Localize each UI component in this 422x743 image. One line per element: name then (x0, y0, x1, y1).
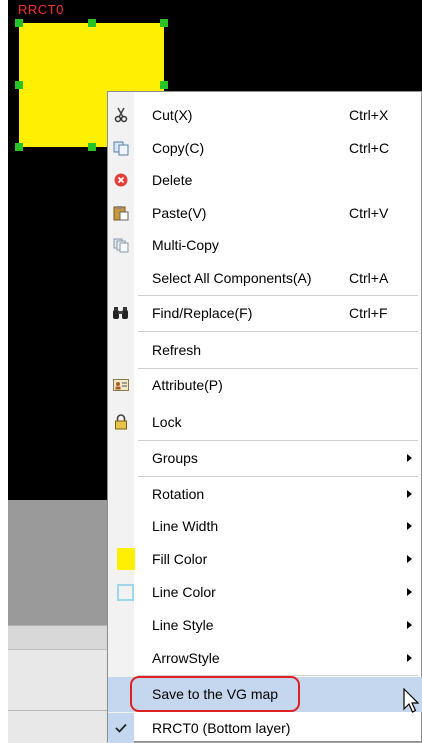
delete-icon (112, 172, 129, 188)
menu-item-label: Lock (152, 414, 182, 430)
submenu-arrow-icon (407, 654, 412, 662)
menu-item-label: Rotation (152, 486, 205, 502)
menu-item-multi-copy[interactable]: Multi-Copy (108, 229, 422, 261)
scissors-icon (112, 107, 129, 123)
menu-item-label: RRCT0 (Bottom layer) (152, 720, 291, 736)
menu-item-label: Line Style (152, 617, 214, 633)
menu-item-delete[interactable]: Delete (108, 164, 422, 196)
copy-icon (112, 140, 129, 156)
menu-item-refresh[interactable]: Refresh (108, 334, 422, 366)
annotation-highlight-box (130, 676, 300, 712)
mouse-pointer-icon (403, 687, 420, 721)
menu-item-layer[interactable]: RRCT0 (Bottom layer) (108, 713, 422, 743)
fill-color-swatch-icon (117, 548, 135, 570)
submenu-arrow-icon (407, 490, 412, 498)
menu-item-rotation[interactable]: Rotation (108, 478, 422, 510)
menu-item-label: ArrowStyle (152, 650, 220, 666)
menu-item-groups[interactable]: Groups (108, 442, 422, 474)
menu-item-label: Fill Color (152, 551, 208, 567)
menu-item-label: Copy(C) (152, 140, 205, 156)
menu-item-find-replace[interactable]: Find/Replace(F) Ctrl+F (108, 297, 422, 329)
menu-item-copy[interactable]: Copy(C) Ctrl+C (108, 132, 422, 164)
paste-icon (112, 205, 129, 221)
component-name-label: RRCT0 (18, 2, 64, 17)
menu-item-label: Multi-Copy (152, 237, 219, 253)
menu-separator (138, 331, 418, 332)
menu-item-label: Cut(X) (152, 107, 193, 123)
menu-item-shortcut: Ctrl+A (349, 270, 389, 286)
menu-item-select-all[interactable]: Select All Components(A) Ctrl+A (108, 262, 422, 294)
submenu-arrow-icon (407, 454, 412, 462)
context-menu: Cut(X) Ctrl+X Copy(C) Ctrl+C Delete Past… (107, 91, 422, 743)
menu-item-label: Delete (152, 172, 193, 188)
menu-item-shortcut: Ctrl+C (349, 140, 390, 156)
menu-separator (138, 440, 418, 441)
resize-handle-w[interactable] (15, 81, 23, 89)
submenu-arrow-icon (407, 588, 412, 596)
menu-item-shortcut: Ctrl+F (349, 305, 388, 321)
menu-item-label: Line Width (152, 518, 219, 534)
menu-item-shortcut: Ctrl+X (349, 107, 389, 123)
multi-copy-icon (112, 237, 129, 253)
menu-item-arrow-style[interactable]: ArrowStyle (108, 642, 422, 674)
menu-item-label: Attribute(P) (152, 377, 223, 393)
menu-item-shortcut: Ctrl+V (349, 205, 389, 221)
menu-item-lock[interactable]: Lock (108, 406, 422, 438)
submenu-arrow-icon (407, 522, 412, 530)
menu-item-label: Find/Replace(F) (152, 305, 253, 321)
resize-handle-nw[interactable] (15, 19, 23, 27)
panel-divider (8, 710, 108, 711)
lock-icon (112, 414, 129, 430)
line-color-swatch-icon (117, 584, 134, 601)
resize-handle-s[interactable] (88, 143, 96, 151)
menu-separator (138, 476, 418, 477)
menu-item-label: Refresh (152, 342, 202, 358)
resize-handle-sw[interactable] (15, 143, 23, 151)
check-icon (108, 713, 134, 743)
resize-handle-e[interactable] (160, 81, 168, 89)
resize-handle-ne[interactable] (160, 19, 168, 27)
resize-handle-n[interactable] (88, 19, 96, 27)
menu-item-label: Groups (152, 450, 198, 466)
menu-item-line-style[interactable]: Line Style (108, 609, 422, 641)
menu-item-label: Paste(V) (152, 205, 207, 221)
binoculars-icon (112, 305, 129, 321)
submenu-arrow-icon (407, 621, 412, 629)
menu-item-label: Line Color (152, 584, 216, 600)
attribute-icon (112, 377, 129, 393)
menu-item-line-width[interactable]: Line Width (108, 510, 422, 542)
menu-item-paste[interactable]: Paste(V) Ctrl+V (108, 197, 422, 229)
menu-item-attribute[interactable]: Attribute(P) (108, 369, 422, 401)
menu-item-line-color[interactable]: Line Color (108, 576, 422, 608)
menu-item-fill-color[interactable]: Fill Color (108, 543, 422, 575)
menu-item-cut[interactable]: Cut(X) Ctrl+X (108, 99, 422, 131)
menu-item-label: Select All Components(A) (152, 270, 312, 286)
menu-separator (138, 295, 418, 296)
submenu-arrow-icon (407, 555, 412, 563)
